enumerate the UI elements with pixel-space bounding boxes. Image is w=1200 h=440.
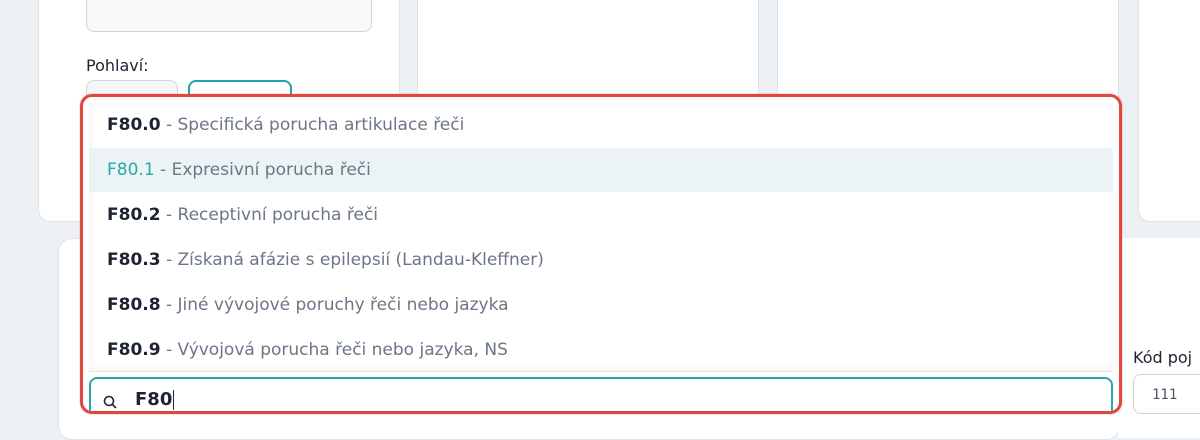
diagnosis-option-f80-9[interactable]: F80.9 - Vývojová porucha řeči nebo jazyk… — [89, 328, 1113, 372]
option-separator: - — [160, 205, 178, 225]
option-description: Receptivní porucha řeči — [177, 205, 379, 225]
option-code: F80.0 — [107, 115, 161, 135]
diagnosis-option-f80-2[interactable]: F80.2 - Receptivní porucha řeči — [89, 193, 1113, 237]
option-description: Specifická porucha artikulace řeči — [177, 115, 465, 135]
option-description: Vývojová porucha řeči nebo jazyka, NS — [177, 340, 508, 360]
option-separator: - — [160, 295, 178, 315]
insurance-code-label: Kód poj — [1133, 348, 1193, 367]
search-icon — [103, 395, 117, 409]
diagnosis-option-f80-0[interactable]: F80.0 - Specifická porucha artikulace ře… — [89, 103, 1113, 147]
far-right-panel-card — [1138, 0, 1200, 222]
diagnosis-search-input[interactable]: F80 — [89, 377, 1113, 411]
option-description: Jiné vývojové poruchy řeči nebo jazyka — [177, 295, 509, 315]
option-description: Získaná afázie s epilepsií (Landau-Kleff… — [177, 250, 544, 270]
option-code: F80.9 — [107, 340, 161, 360]
gender-label: Pohlaví: — [86, 56, 149, 75]
option-separator: - — [154, 160, 172, 180]
option-description: Expresivní porucha řeči — [171, 160, 371, 180]
diagnosis-option-f80-1[interactable]: F80.1 - Expresivní porucha řeči — [89, 148, 1113, 192]
diagnosis-option-f80-8[interactable]: F80.8 - Jiné vývojové poruchy řeči nebo … — [89, 283, 1113, 327]
option-code: F80.2 — [107, 205, 161, 225]
diagnosis-dropdown: F80.0 - Specifická porucha artikulace ře… — [80, 94, 1122, 414]
insurance-code-input[interactable]: 111 — [1133, 374, 1200, 414]
note-textarea[interactable] — [86, 0, 372, 32]
option-code: F80.1 — [107, 160, 155, 180]
option-code: F80.3 — [107, 250, 161, 270]
option-separator: - — [160, 250, 178, 270]
option-separator: - — [160, 340, 178, 360]
option-code: F80.8 — [107, 295, 161, 315]
text-caret — [173, 390, 175, 410]
diagnosis-option-f80-3[interactable]: F80.3 - Získaná afázie s epilepsií (Land… — [89, 238, 1113, 282]
diagnosis-options-list: F80.0 - Specifická porucha artikulace ře… — [89, 103, 1113, 372]
option-separator: - — [160, 115, 178, 135]
